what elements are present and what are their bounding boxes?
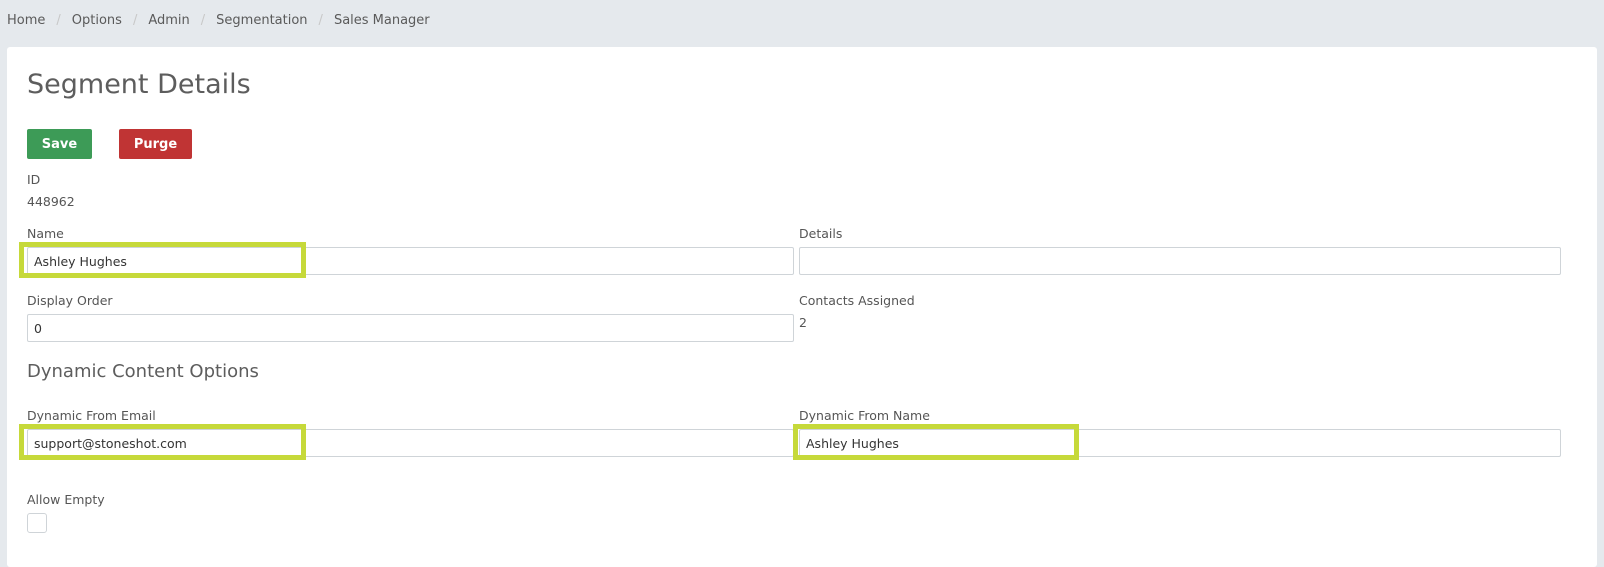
id-label: ID: [27, 172, 41, 187]
details-label: Details: [799, 226, 843, 241]
dynamic-from-email-input[interactable]: [27, 429, 794, 457]
contacts-assigned-label: Contacts Assigned: [799, 293, 915, 308]
breadcrumb: Home / Options / Admin / Segmentation / …: [7, 10, 430, 30]
id-value: 448962: [27, 194, 75, 209]
breadcrumb-separator: /: [56, 12, 61, 28]
breadcrumb-home[interactable]: Home: [7, 13, 45, 28]
breadcrumb-current: Sales Manager: [333, 12, 430, 28]
save-button[interactable]: Save: [27, 129, 92, 159]
breadcrumb-admin[interactable]: Admin: [148, 13, 189, 28]
breadcrumb-segmentation[interactable]: Segmentation: [216, 13, 307, 28]
breadcrumb-separator: /: [200, 12, 206, 28]
name-input[interactable]: [27, 247, 794, 275]
contacts-assigned-value: 2: [799, 315, 807, 330]
breadcrumb-separator: /: [132, 12, 138, 28]
segment-details-panel: Segment Details Save Purge ID 448962 Nam…: [7, 47, 1597, 567]
details-input[interactable]: [799, 247, 1561, 275]
page-title: Segment Details: [27, 69, 251, 100]
breadcrumb-separator: /: [318, 12, 323, 28]
dynamic-from-name-input[interactable]: [799, 429, 1561, 457]
allow-empty-label: Allow Empty: [27, 492, 105, 507]
dynamic-content-section-title: Dynamic Content Options: [27, 361, 259, 382]
dynamic-from-name-label: Dynamic From Name: [799, 408, 930, 423]
allow-empty-checkbox[interactable]: [27, 513, 47, 533]
name-label: Name: [27, 226, 64, 241]
purge-button[interactable]: Purge: [119, 129, 192, 159]
display-order-label: Display Order: [27, 293, 113, 308]
breadcrumb-options[interactable]: Options: [72, 13, 122, 28]
dynamic-from-email-label: Dynamic From Email: [27, 408, 156, 423]
display-order-input[interactable]: [27, 314, 794, 342]
